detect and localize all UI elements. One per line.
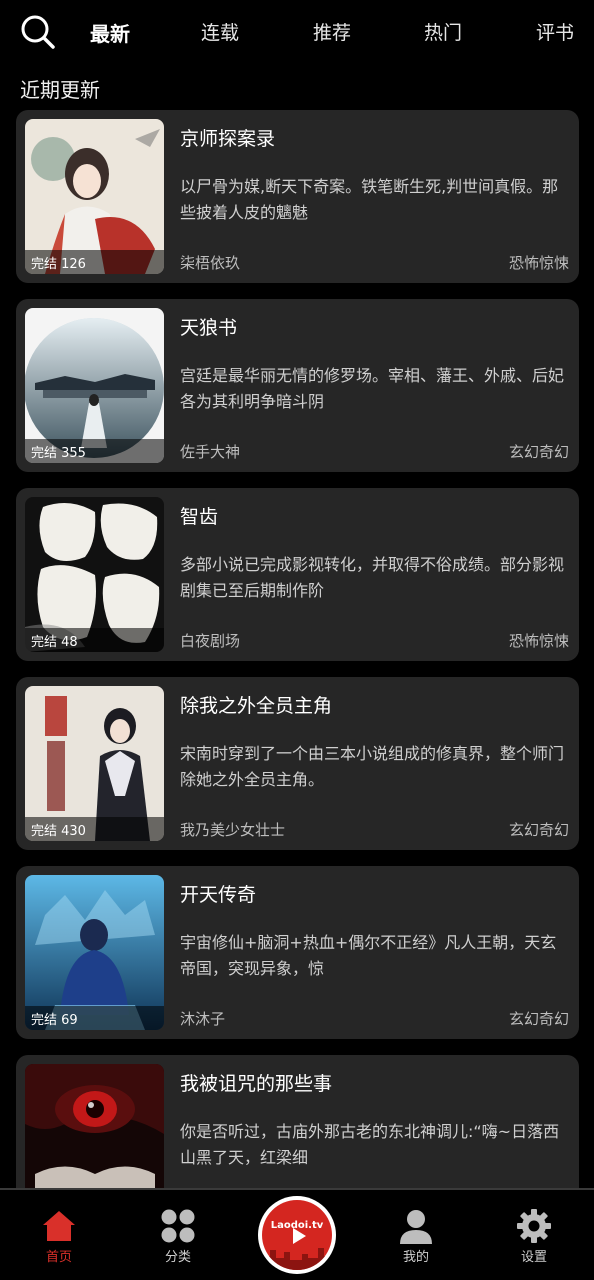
- nav-profile[interactable]: 我的: [381, 1208, 451, 1265]
- book-cover: 完结 126: [25, 119, 164, 274]
- book-card[interactable]: 完结 69 开天传奇 宇宙修仙+脑洞+热血+偶尔不正经》凡人王朝，天玄帝国，突现…: [16, 866, 579, 1039]
- book-card[interactable]: 完结 48 智齿 多部小说已完成影视转化，并取得不俗成绩。部分影视剧集已至后期制…: [16, 488, 579, 661]
- book-description: 多部小说已完成影视转化，并取得不俗成绩。部分影视剧集已至后期制作阶: [180, 555, 565, 600]
- tab-storytelling[interactable]: 评书: [536, 18, 574, 45]
- book-genre: 玄幻奇幻: [508, 821, 569, 839]
- nav-category-label: 分类: [164, 1250, 191, 1265]
- book-genre: 玄幻奇幻: [508, 1010, 569, 1028]
- book-author: 沐沐子: [180, 1010, 226, 1028]
- nav-home[interactable]: 首页: [24, 1208, 94, 1265]
- book-genre: 玄幻奇幻: [508, 443, 569, 461]
- book-cover: 完结 69: [25, 875, 164, 1030]
- status-badge: 完结 126: [25, 250, 164, 274]
- tab-serializing[interactable]: 连载: [201, 18, 239, 45]
- book-author: 我乃美少女壮士: [180, 821, 286, 839]
- book-genre: 恐怖惊悚: [508, 632, 569, 650]
- user-icon: [400, 1210, 432, 1244]
- book-cover: 完结 48: [25, 497, 164, 652]
- status-badge: 完结 355: [25, 439, 164, 463]
- top-bar: 最新 连载 推荐 热门 评书: [0, 0, 594, 64]
- book-title: 京师探案录: [180, 128, 276, 150]
- status-badge: 完结 69: [25, 1006, 164, 1030]
- tab-recommended[interactable]: 推荐: [313, 18, 351, 45]
- status-badge: 完结 48: [25, 628, 164, 652]
- book-genre: 恐怖惊悚: [508, 254, 569, 272]
- grid-icon: [161, 1209, 195, 1243]
- book-card[interactable]: 完结 126 京师探案录 以尸骨为媒,断天下奇案。铁笔断生死,判世间真假。那些披…: [16, 110, 579, 283]
- home-icon: [43, 1211, 75, 1241]
- book-author: 柒梧依玖: [180, 254, 241, 272]
- nav-profile-label: 我的: [402, 1250, 429, 1265]
- nav-settings-label: 设置: [520, 1250, 547, 1265]
- play-button[interactable]: Laodoi.tv: [258, 1196, 336, 1274]
- book-cover: [25, 1064, 164, 1188]
- logo-play-icon: Laodoi.tv: [262, 1200, 332, 1270]
- book-title: 开天传奇: [180, 884, 257, 906]
- book-description: 宇宙修仙+脑洞+热血+偶尔不正经》凡人王朝，天玄帝国，突现异象，惊: [180, 933, 557, 978]
- bottom-nav: 首页 分类 Laodoi.tv 我的 设置: [0, 1188, 594, 1280]
- section-title: 近期更新: [20, 78, 100, 102]
- book-title: 天狼书: [180, 317, 238, 339]
- book-card[interactable]: 完结 355 天狼书 宫廷是最华丽无情的修罗场。宰相、藩王、外戚、后妃各为其利明…: [16, 299, 579, 472]
- book-author: 白夜剧场: [180, 632, 241, 650]
- book-title: 我被诅咒的那些事: [180, 1073, 333, 1095]
- book-card[interactable]: 我被诅咒的那些事 你是否听过，古庙外那古老的东北神调儿:“嗨~日落西山黑了天，红…: [16, 1055, 579, 1188]
- gear-icon: [517, 1209, 551, 1243]
- book-cover: 完结 355: [25, 308, 164, 463]
- nav-home-label: 首页: [45, 1250, 72, 1265]
- book-card[interactable]: 完结 430 除我之外全员主角 宋南时穿到了一个由三本小说组成的修真界，整个师门…: [16, 677, 579, 850]
- status-badge: 完结 430: [25, 817, 164, 841]
- nav-settings[interactable]: 设置: [499, 1208, 569, 1265]
- search-icon[interactable]: [20, 14, 56, 50]
- book-description: 你是否听过，古庙外那古老的东北神调儿:“嗨~日落西山黑了天，红梁细: [180, 1122, 560, 1167]
- book-title: 除我之外全员主角: [180, 695, 333, 717]
- book-cover: 完结 430: [25, 686, 164, 841]
- book-description: 宫廷是最华丽无情的修罗场。宰相、藩王、外戚、后妃各为其利明争暗斗阴: [180, 366, 565, 411]
- book-list: 完结 126 京师探案录 以尸骨为媒,断天下奇案。铁笔断生死,判世间真假。那些披…: [16, 110, 579, 1188]
- book-description: 宋南时穿到了一个由三本小说组成的修真界，整个师门除她之外全员主角。: [180, 744, 565, 789]
- book-author: 佐手大神: [180, 443, 241, 461]
- tab-popular[interactable]: 热门: [424, 18, 462, 45]
- book-description: 以尸骨为媒,断天下奇案。铁笔断生死,判世间真假。那些披着人皮的魑魅: [180, 177, 559, 222]
- book-title: 智齿: [180, 506, 219, 528]
- tab-latest[interactable]: 最新: [90, 18, 130, 47]
- nav-category[interactable]: 分类: [143, 1208, 213, 1265]
